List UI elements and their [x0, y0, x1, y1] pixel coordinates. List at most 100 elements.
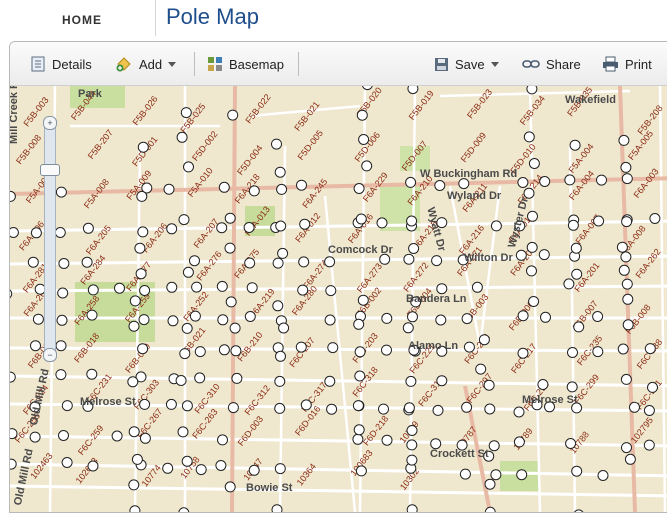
pole-marker[interactable] [296, 179, 307, 191]
pole-marker[interactable] [483, 379, 495, 391]
pole-marker[interactable] [376, 217, 388, 229]
pole-marker[interactable] [191, 281, 203, 293]
pole-marker[interactable] [244, 311, 256, 322]
zoom-out-button[interactable]: − [43, 348, 57, 362]
pole-marker[interactable] [515, 249, 527, 261]
pole-marker[interactable] [195, 464, 207, 476]
pole-marker[interactable] [484, 403, 496, 415]
pole-marker[interactable] [513, 436, 525, 448]
pole-marker[interactable] [176, 131, 188, 143]
pole-marker[interactable] [621, 173, 633, 185]
pole-marker[interactable] [526, 241, 538, 253]
pole-marker[interactable] [177, 426, 189, 438]
pole-marker[interactable] [563, 278, 575, 290]
pole-marker[interactable] [82, 222, 94, 234]
pole-marker[interactable] [408, 243, 420, 254]
pole-marker[interactable] [406, 454, 418, 466]
pole-marker[interactable] [435, 314, 447, 326]
pole-marker[interactable] [569, 139, 581, 151]
pole-marker[interactable] [271, 138, 282, 150]
pole-marker[interactable] [29, 431, 41, 443]
pole-marker[interactable] [27, 256, 39, 268]
pole-marker[interactable] [461, 401, 473, 413]
pole-marker[interactable] [58, 430, 69, 441]
pole-marker[interactable] [30, 227, 42, 239]
pole-marker[interactable] [537, 379, 549, 390]
pole-marker[interactable] [163, 183, 175, 195]
print-button[interactable]: Print [602, 53, 652, 75]
pole-marker[interactable] [378, 403, 389, 415]
pole-marker[interactable] [327, 342, 339, 354]
pole-marker[interactable] [194, 372, 206, 384]
pole-marker[interactable] [643, 405, 655, 416]
add-button[interactable]: Add [115, 53, 177, 75]
pole-marker[interactable] [276, 183, 288, 195]
pole-marker[interactable] [32, 313, 44, 325]
pole-marker[interactable] [324, 256, 336, 268]
pole-marker[interactable] [484, 506, 496, 512]
pole-marker[interactable] [194, 346, 206, 358]
pole-marker[interactable] [139, 398, 151, 410]
pole-marker[interactable] [230, 345, 242, 357]
pole-marker[interactable] [517, 310, 529, 322]
pole-marker[interactable] [352, 400, 364, 412]
pole-marker[interactable] [180, 107, 192, 119]
pole-marker[interactable] [528, 296, 540, 307]
pole-marker[interactable] [178, 214, 190, 226]
pole-marker[interactable] [215, 460, 227, 471]
pole-marker[interactable] [227, 109, 239, 121]
pole-marker[interactable] [165, 398, 177, 410]
pole-marker[interactable] [593, 215, 605, 227]
pole-marker[interactable] [618, 134, 630, 146]
pole-marker[interactable] [353, 424, 365, 436]
pole-marker[interactable] [381, 434, 393, 446]
pole-marker[interactable] [10, 190, 16, 202]
pole-marker[interactable] [61, 457, 73, 468]
pole-marker[interactable] [403, 253, 415, 265]
pole-marker[interactable] [181, 322, 193, 334]
pole-marker[interactable] [406, 215, 418, 227]
zoom-slider-thumb[interactable] [40, 164, 60, 176]
save-button[interactable]: Save [434, 53, 499, 75]
pole-marker[interactable] [528, 158, 540, 169]
pole-marker[interactable] [596, 174, 607, 186]
pole-marker[interactable] [114, 282, 125, 294]
pole-marker[interactable] [216, 280, 228, 292]
pole-marker[interactable] [271, 504, 283, 512]
pole-marker[interactable] [644, 343, 656, 355]
pole-marker[interactable] [617, 343, 629, 355]
pole-marker[interactable] [111, 430, 123, 442]
pole-marker[interactable] [324, 375, 336, 387]
pole-marker[interactable] [81, 256, 93, 268]
pole-marker[interactable] [127, 376, 139, 388]
pole-marker[interactable] [381, 312, 393, 324]
pole-marker[interactable] [618, 264, 630, 276]
pole-marker[interactable] [224, 212, 236, 224]
pole-marker[interactable] [620, 373, 632, 385]
pole-marker[interactable] [218, 181, 230, 193]
pole-marker[interactable] [243, 222, 255, 233]
pole-marker[interactable] [55, 369, 67, 381]
pole-marker[interactable] [30, 340, 41, 352]
pole-marker[interactable] [353, 318, 365, 330]
pole-marker[interactable] [56, 314, 68, 326]
pole-marker[interactable] [432, 404, 444, 416]
pole-marker[interactable] [181, 400, 193, 412]
pole-marker[interactable] [86, 368, 98, 380]
pole-marker[interactable] [274, 402, 286, 414]
pole-marker[interactable] [129, 295, 141, 307]
pole-marker[interactable] [135, 268, 147, 280]
pole-marker[interactable] [526, 86, 538, 95]
pole-marker[interactable] [166, 223, 178, 235]
pole-marker[interactable] [624, 453, 636, 465]
pole-marker[interactable] [167, 315, 179, 327]
pole-marker[interactable] [55, 186, 67, 198]
pole-marker[interactable] [86, 309, 98, 321]
pole-marker[interactable] [217, 314, 229, 326]
pole-marker[interactable] [355, 465, 367, 477]
pole-marker[interactable] [629, 401, 640, 413]
pole-marker[interactable] [566, 381, 578, 393]
pole-marker[interactable] [58, 258, 70, 269]
pole-marker[interactable] [272, 257, 284, 269]
pole-marker[interactable] [405, 176, 417, 188]
